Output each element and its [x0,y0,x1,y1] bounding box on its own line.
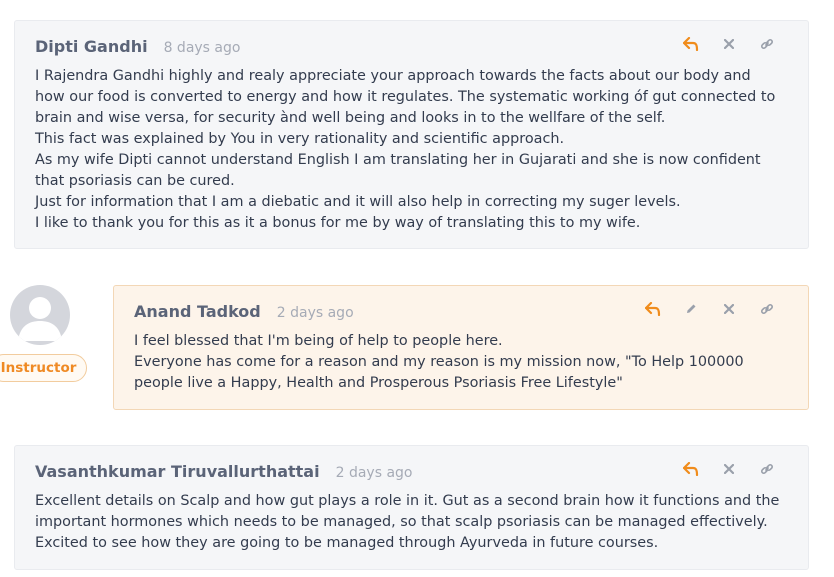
comment-line: I Rajendra Gandhi highly and realy appre… [35,68,751,84]
comment-line: important hormones which needs to be man… [35,514,768,530]
delete-button[interactable] [710,33,748,55]
comment-author: Anand Tadkod [134,302,261,321]
comment-time: 2 days ago [276,305,354,321]
avatar [10,285,70,345]
comment-line: I like to thank you for this as it a bon… [35,215,641,231]
comment-line: Just for information that I am a diebati… [35,194,681,210]
comment-line: This fact was explained by You in very r… [35,131,565,147]
comment-line: Excellent details on Scalp and how gut p… [35,493,780,509]
link-icon [760,463,774,475]
comment-body: I feel blessed that I'm being of help to… [134,331,794,394]
comment-line: how our food is converted to energy and … [35,89,776,105]
comment-body: I Rajendra Gandhi highly and realy appre… [35,66,794,234]
comment-meta: Anand Tadkod 2 days ago [134,302,354,321]
comment-line: that psoriasis can be cured. [35,173,235,189]
comment-line: people live a Happy, Health and Prospero… [134,375,623,391]
comment-body: Excellent details on Scalp and how gut p… [35,491,794,554]
close-icon [724,464,734,474]
comment-line: As my wife Dipti cannot understand Engli… [35,152,761,168]
link-button[interactable] [748,33,786,55]
comment-line: brain and wise versa, for security ànd w… [35,110,666,126]
comment-meta: Vasanthkumar Tiruvallurthattai 2 days ag… [35,462,412,481]
comment-actions [672,458,786,480]
link-icon [760,38,774,50]
comment-time: 2 days ago [335,465,413,481]
user-avatar-icon [18,297,62,341]
comment-meta: Dipti Gandhi 8 days ago [35,37,240,56]
instructor-badge: Instructor [0,354,87,382]
comment-time: 8 days ago [163,40,241,56]
link-icon [760,303,774,315]
pencil-icon [687,304,696,313]
delete-button[interactable] [710,458,748,480]
reply-button[interactable] [634,298,672,320]
comment-line: I feel blessed that I'm being of help to… [134,333,503,349]
comment-line: Excited to see how they are going to be … [35,535,659,551]
reply-icon [683,462,699,476]
comment-actions [634,298,786,320]
instructor-comment-card: Anand Tadkod 2 days ago I feel blessed t… [113,285,809,410]
comment-author: Vasanthkumar Tiruvallurthattai [35,462,320,481]
reply-button[interactable] [672,458,710,480]
close-icon [724,39,734,49]
link-button[interactable] [748,458,786,480]
reply-icon [683,37,699,51]
reply-icon [645,302,661,316]
close-icon [724,304,734,314]
comment-line: Everyone has come for a reason and my re… [134,354,744,370]
edit-button[interactable] [672,298,710,320]
comment-actions [672,33,786,55]
delete-button[interactable] [710,298,748,320]
comment-author: Dipti Gandhi [35,37,148,56]
comment-card: Dipti Gandhi 8 days ago I Rajendra Gandh… [14,20,809,249]
comment-card: Vasanthkumar Tiruvallurthattai 2 days ag… [14,445,809,570]
reply-button[interactable] [672,33,710,55]
link-button[interactable] [748,298,786,320]
